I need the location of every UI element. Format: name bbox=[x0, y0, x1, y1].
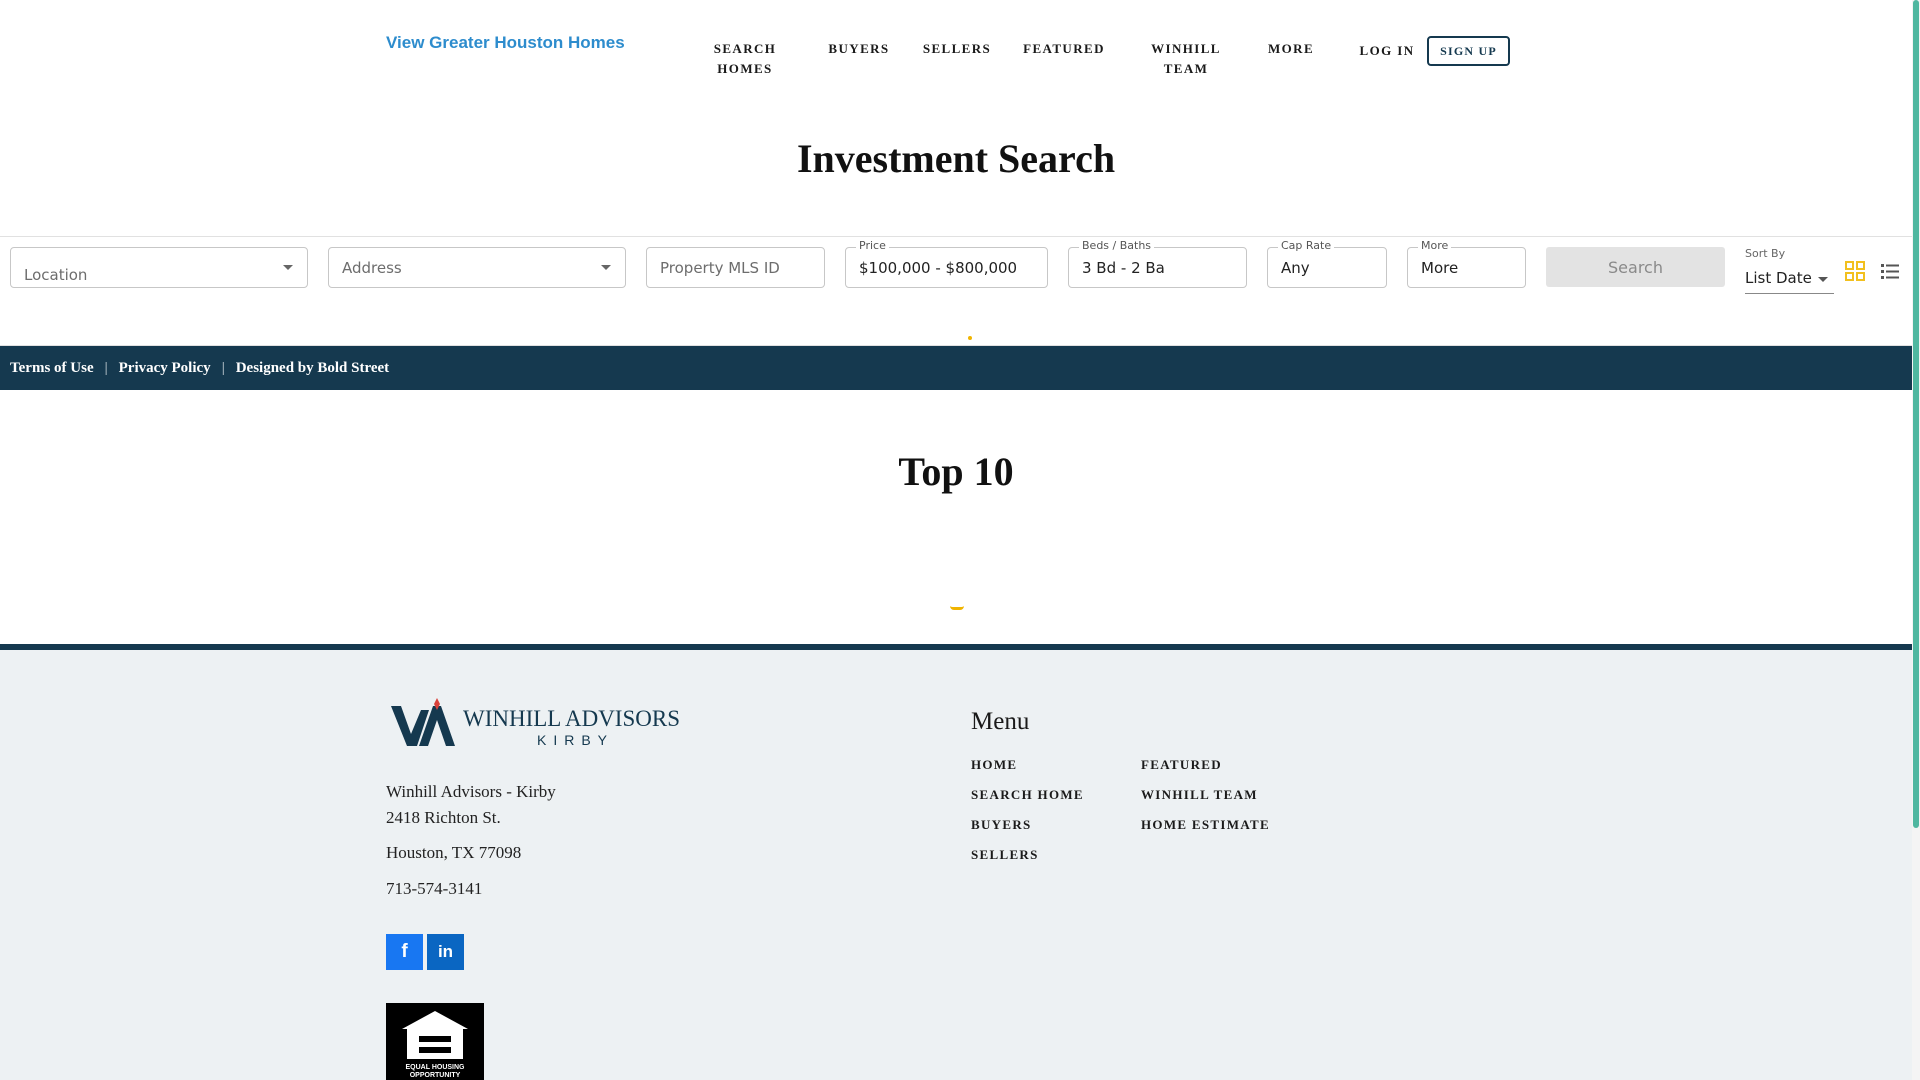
beds-baths-value: 3 Bd - 2 Ba bbox=[1082, 258, 1165, 277]
cap-rate-field[interactable]: Any bbox=[1267, 247, 1387, 288]
chevron-down-icon bbox=[283, 265, 293, 270]
nav-buyers[interactable]: BUYERS bbox=[820, 39, 898, 59]
beds-baths-label: Beds / Baths bbox=[1079, 240, 1155, 252]
footer-menu-title: Menu bbox=[971, 708, 1030, 735]
terms-link[interactable]: Terms of Use bbox=[10, 360, 94, 377]
search-button[interactable]: Search bbox=[1546, 247, 1725, 287]
scrollbar-thumb[interactable] bbox=[1913, 0, 1919, 828]
linkedin-glyph: in bbox=[437, 942, 454, 961]
location-placeholder: Location bbox=[24, 265, 88, 284]
beds-baths-field[interactable]: 3 Bd - 2 Ba bbox=[1068, 247, 1247, 288]
logo-subtext: KIRBY bbox=[537, 732, 614, 748]
footer-link-home[interactable]: HOME bbox=[971, 757, 1017, 773]
chevron-down-icon bbox=[1818, 277, 1828, 282]
signup-button[interactable]: SIGN UP bbox=[1427, 36, 1510, 66]
office-street: 2418 Richton St. bbox=[386, 808, 501, 827]
nav-featured[interactable]: FEATURED bbox=[1017, 39, 1111, 59]
legal-strip: Terms of Use | Privacy Policy | Designed… bbox=[0, 346, 1912, 390]
nav-more[interactable]: MORE bbox=[1262, 39, 1320, 59]
mls-id-input[interactable]: Property MLS ID bbox=[646, 247, 825, 288]
more-filters-label: More bbox=[1418, 240, 1452, 252]
privacy-link[interactable]: Privacy Policy bbox=[119, 360, 211, 377]
footer bbox=[0, 644, 1912, 1080]
sort-by-select[interactable]: List Date bbox=[1745, 264, 1834, 294]
address-select[interactable]: Address bbox=[328, 247, 626, 288]
nav-label: WINHILL bbox=[1151, 41, 1221, 56]
loading-spinner-icon bbox=[968, 336, 972, 340]
sort-by-label: Sort By bbox=[1745, 247, 1786, 260]
divider: | bbox=[104, 359, 108, 376]
footer-link-search-home[interactable]: SEARCH HOME bbox=[971, 787, 1084, 803]
cap-rate-value: Any bbox=[1281, 258, 1310, 277]
login-link[interactable]: LOG IN bbox=[1356, 41, 1418, 61]
chevron-down-icon bbox=[601, 265, 611, 270]
eho-line1: EQUAL HOUSING bbox=[406, 1064, 466, 1071]
brand-link[interactable]: View Greater Houston Homes bbox=[386, 33, 625, 53]
linkedin-icon[interactable]: in bbox=[427, 934, 464, 970]
divider: | bbox=[221, 359, 225, 376]
nav-winhill-team[interactable]: WINHILL TEAM bbox=[1146, 39, 1226, 79]
footer-link-home-estimate[interactable]: HOME ESTIMATE bbox=[1141, 817, 1270, 833]
location-select[interactable]: Location bbox=[10, 247, 308, 288]
office-phone[interactable]: 713-574-3141 bbox=[386, 876, 482, 902]
footer-link-sellers[interactable]: SELLERS bbox=[971, 847, 1039, 863]
address-placeholder: Address bbox=[342, 258, 402, 277]
section-title: Top 10 bbox=[898, 449, 1014, 494]
footer-link-winhill-team[interactable]: WINHILL TEAM bbox=[1141, 787, 1258, 803]
page-title: Investment Search bbox=[796, 136, 1116, 181]
footer-link-featured[interactable]: FEATURED bbox=[1141, 757, 1222, 773]
price-field[interactable]: $100,000 - $800,000 bbox=[845, 247, 1048, 288]
equal-housing-icon: EQUAL HOUSING OPPORTUNITY bbox=[386, 1003, 484, 1080]
nav-sellers[interactable]: SELLERS bbox=[918, 39, 996, 59]
facebook-glyph: f bbox=[401, 941, 408, 962]
footer-link-buyers[interactable]: BUYERS bbox=[971, 817, 1032, 833]
more-filters-field[interactable]: More bbox=[1407, 247, 1526, 288]
eho-line2: OPPORTUNITY bbox=[410, 1072, 461, 1079]
office-name: Winhill Advisors - Kirby bbox=[386, 782, 556, 801]
facebook-icon[interactable]: f bbox=[386, 934, 423, 970]
nav-search-homes[interactable]: SEARCH HOMES bbox=[705, 39, 785, 79]
list-view-icon[interactable] bbox=[1879, 260, 1901, 282]
office-city: Houston, TX 77098 bbox=[386, 843, 522, 862]
more-filters-value: More bbox=[1421, 258, 1459, 277]
nav-label: HOMES bbox=[717, 61, 773, 76]
logo-text: WINHILL ADVISORS bbox=[463, 706, 680, 731]
price-value: $100,000 - $800,000 bbox=[859, 258, 1018, 277]
mls-placeholder: Property MLS ID bbox=[660, 258, 780, 277]
designed-by-link[interactable]: Designed by Bold Street bbox=[236, 360, 389, 377]
cap-rate-label: Cap Rate bbox=[1278, 240, 1335, 252]
winhill-logo[interactable]: WINHILL ADVISORS KIRBY bbox=[391, 696, 681, 752]
price-label: Price bbox=[856, 240, 889, 252]
sort-by-value: List Date bbox=[1745, 269, 1812, 287]
grid-view-icon[interactable] bbox=[1844, 260, 1866, 282]
loading-spinner-icon bbox=[950, 606, 964, 610]
nav-label: TEAM bbox=[1163, 61, 1209, 76]
nav-label: SEARCH bbox=[713, 41, 777, 56]
